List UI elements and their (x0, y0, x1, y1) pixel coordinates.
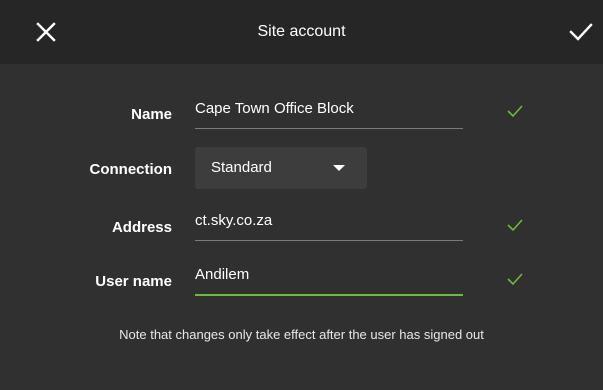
username-input[interactable] (195, 262, 463, 286)
address-field[interactable] (195, 204, 463, 241)
address-valid-check-icon (507, 219, 523, 232)
close-icon (36, 22, 56, 42)
sign-out-note: Note that changes only take effect after… (119, 327, 484, 342)
confirm-button[interactable] (561, 12, 601, 52)
app-bar: Site account (0, 0, 603, 64)
username-valid-check-icon (507, 273, 523, 286)
name-valid-check-icon (507, 105, 523, 118)
name-input[interactable] (195, 96, 463, 120)
name-label: Name (131, 106, 172, 123)
caret-down-icon (333, 165, 345, 171)
username-label: User name (95, 273, 172, 290)
page-title: Site account (257, 23, 346, 40)
connection-label: Connection (89, 161, 173, 178)
address-label: Address (111, 219, 172, 236)
address-input[interactable] (195, 208, 463, 232)
site-account-dialog: Site account Name Connection Standard Ad… (0, 0, 603, 390)
close-button[interactable] (26, 12, 66, 52)
name-field[interactable] (195, 92, 463, 129)
connection-dropdown[interactable]: Standard (195, 147, 367, 189)
username-field[interactable] (195, 258, 463, 296)
connection-selected-value: Standard (211, 159, 272, 176)
check-icon (569, 23, 593, 41)
